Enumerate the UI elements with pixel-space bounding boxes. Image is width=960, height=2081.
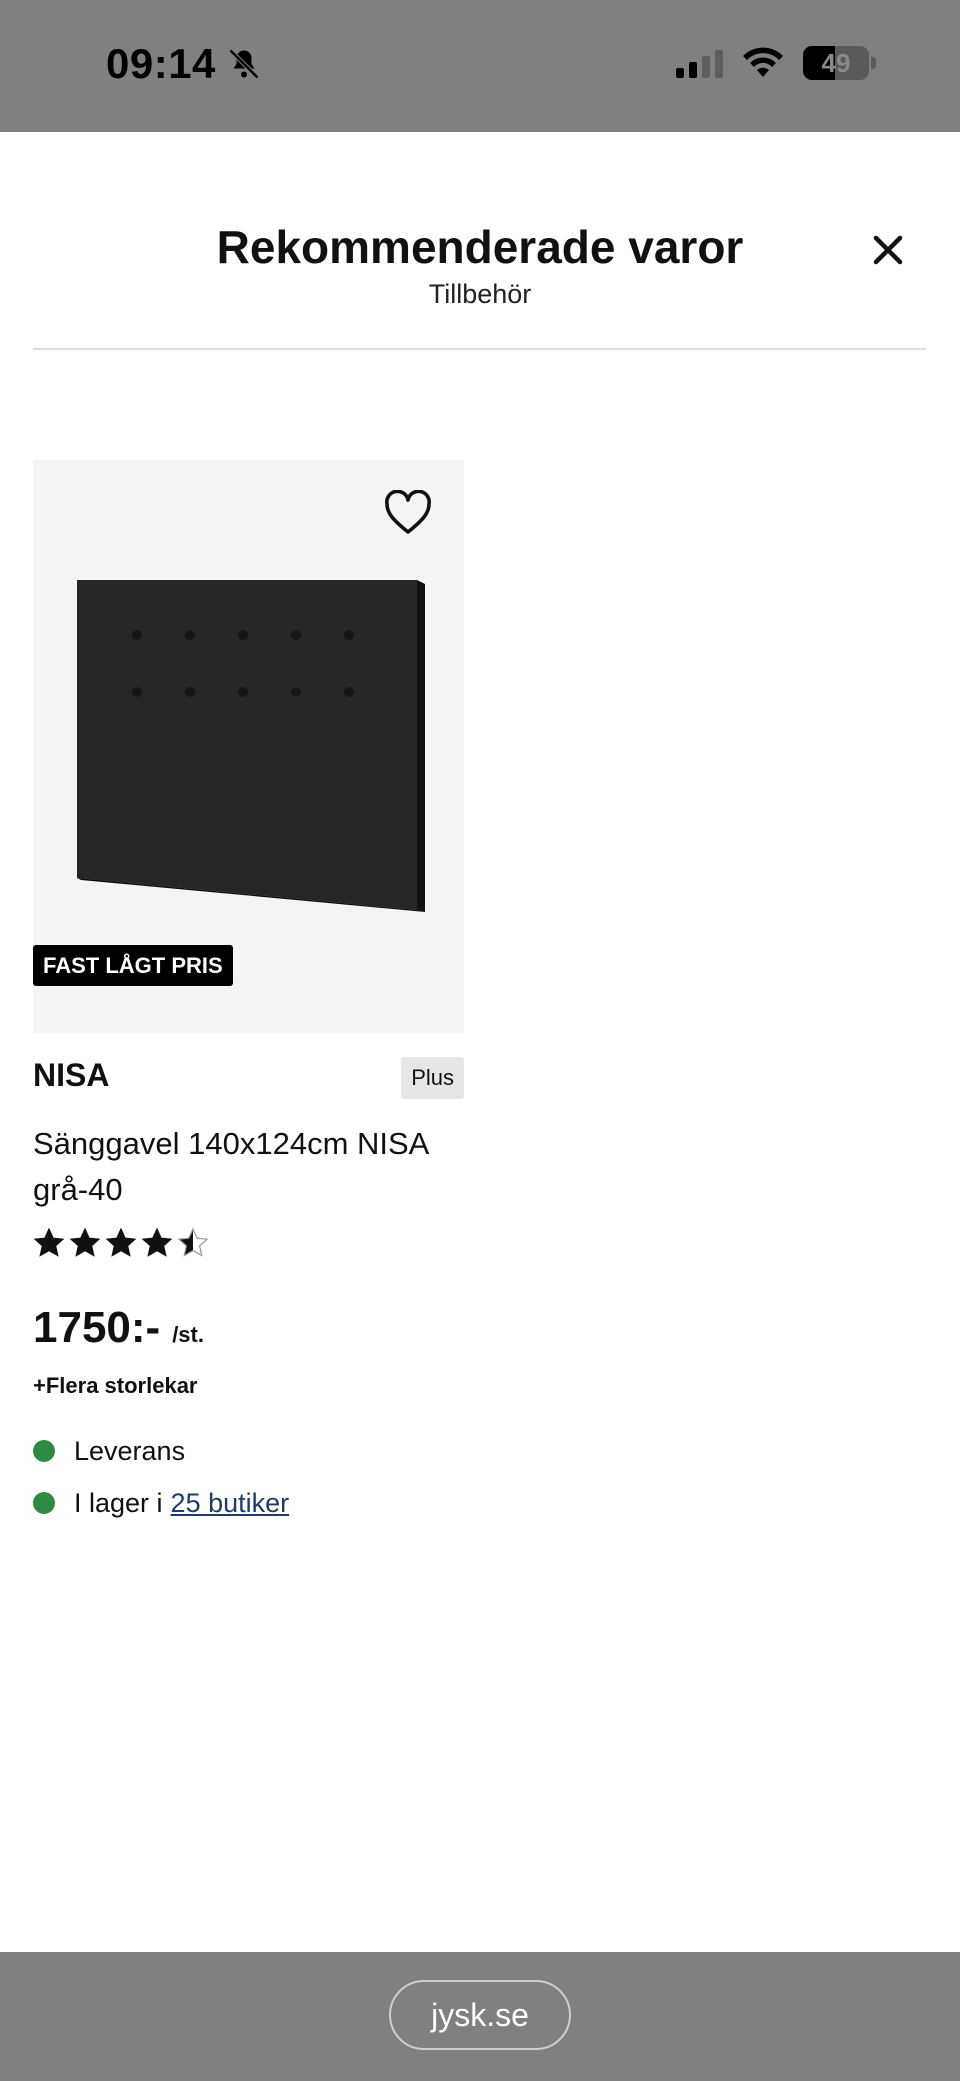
star-icon bbox=[33, 1227, 65, 1257]
star-icon bbox=[69, 1227, 101, 1257]
product-brand: NISA bbox=[33, 1057, 110, 1093]
price-unit: /st. bbox=[172, 1322, 204, 1347]
status-time: 09:14 bbox=[106, 40, 262, 88]
page-title: Rekommenderade varor bbox=[216, 221, 744, 273]
star-icon bbox=[105, 1227, 137, 1257]
price-badge: FAST LÅGT PRIS bbox=[33, 945, 233, 986]
product-image[interactable] bbox=[77, 580, 427, 930]
status-icons: 49 bbox=[676, 46, 876, 80]
delivery-row: Leverans bbox=[33, 1425, 464, 1477]
rating-stars[interactable] bbox=[33, 1227, 464, 1263]
heart-icon[interactable] bbox=[383, 490, 433, 536]
price-row: 1750:- /st. bbox=[33, 1303, 464, 1353]
browser-bottom-bar: jysk.se bbox=[0, 1952, 960, 2081]
battery-cap bbox=[871, 57, 876, 69]
stock-row: I lager i 25 butiker bbox=[33, 1477, 464, 1529]
product-card[interactable]: FAST LÅGT PRIS NISA Plus Sänggavel 140x1… bbox=[33, 460, 464, 1529]
star-icon bbox=[141, 1227, 173, 1257]
modal-header: Rekommenderade varor Tillbehör bbox=[0, 132, 960, 350]
time-text: 09:14 bbox=[106, 40, 216, 87]
product-price: 1750:- bbox=[33, 1303, 161, 1352]
stores-link[interactable]: 25 butiker bbox=[171, 1488, 290, 1519]
wifi-icon bbox=[743, 47, 783, 77]
availability: Leverans I lager i 25 butiker bbox=[33, 1425, 464, 1529]
url-bar[interactable]: jysk.se bbox=[389, 1980, 571, 2050]
battery-text: 49 bbox=[821, 47, 851, 78]
more-sizes-link[interactable]: +Flera storlekar bbox=[33, 1373, 464, 1399]
signal-icon bbox=[676, 48, 723, 78]
delivery-label: Leverans bbox=[74, 1435, 186, 1466]
stock-label: I lager i bbox=[74, 1487, 163, 1518]
close-icon[interactable] bbox=[870, 232, 906, 268]
bell-slash-icon bbox=[228, 48, 260, 80]
battery-icon: 49 bbox=[803, 46, 869, 80]
status-dot bbox=[33, 1492, 55, 1514]
brand-row: NISA Plus bbox=[33, 1049, 464, 1109]
product-image-area[interactable]: FAST LÅGT PRIS bbox=[33, 460, 464, 1033]
plus-tag: Plus bbox=[401, 1057, 464, 1099]
star-icon bbox=[177, 1227, 209, 1257]
status-bar: 09:14 49 bbox=[0, 0, 960, 132]
header-divider bbox=[33, 348, 926, 350]
product-name[interactable]: Sänggavel 140x124cm NISA grå-40 bbox=[33, 1121, 464, 1213]
status-dot bbox=[33, 1440, 55, 1462]
page-subtitle: Tillbehör bbox=[428, 279, 532, 309]
